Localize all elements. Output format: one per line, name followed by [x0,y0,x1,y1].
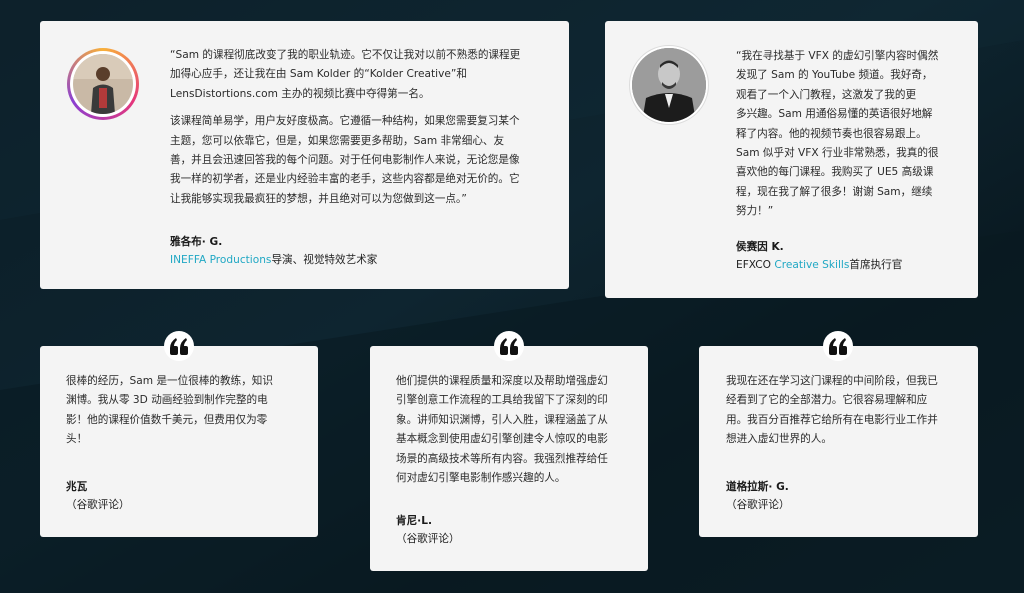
author-block: 兆瓦 （谷歌评论） [66,478,130,514]
quote-line: Sam 似乎对 VFX 行业非常熟悉，我真的很 [736,147,939,160]
review-source: （谷歌评论） [396,533,460,545]
testimonial-quote: 我现在还在学习这门课程的中间阶段，但我已 经看到了它的全部潜力。它很容易理解和应… [726,372,966,450]
author-role: INEFFA Productions导演、视觉特效艺术家 [170,251,377,269]
review-source: （谷歌评论） [66,499,130,511]
testimonial-quote: “Sam 的课程彻底改变了我的职业轨迹。它不仅让我对以前不熟悉的课程更 加得心应… [170,46,555,209]
author-block: 侯赛因 K. EFXCO Creative Skills首席执行官 [736,238,902,274]
author-name: 兆瓦 [66,481,88,493]
quote-line: 场景的高级技术等所有内容。我强烈推荐给任 [396,452,608,465]
testimonial-card-5: 我现在还在学习这门课程的中间阶段，但我已 经看到了它的全部潜力。它很容易理解和应… [699,331,978,537]
quote-line: 我现在还在学习这门课程的中间阶段，但我已 [726,375,938,387]
company-link[interactable]: Creative Skills [774,259,849,271]
quote-line: 基本概念到使用虚幻引擎创建令人惊叹的电影 [396,433,608,446]
company-name: EFXCO [736,259,775,271]
quote-line: 程，现在我了解了很多！谢谢 Sam，继续 [736,185,933,198]
quote-paragraph-2: 该课程简单易学，用户友好度极高。它遵循一种结构，如果您需要复习某个 主题，您可以… [170,112,555,209]
quote-line: LensDistortions.com 主办的视频比赛中夺得第一名。 [170,87,430,100]
quote-line: 主题，您可以依靠它，但是，如果您需要更多帮助，Sam 非常细心、友 [170,134,505,147]
author-name: 侯赛因 K. [736,241,784,253]
author-block: 肯尼·L. （谷歌评论） [396,512,460,548]
testimonial-quote: 他们提供的课程质量和深度以及帮助增强虚幻 引擎创意工作流程的工具给我留下了深刻的… [396,372,636,488]
author-title: 导演、视觉特效艺术家 [271,254,378,266]
quote-line: 头！ [66,433,88,446]
quote-line: “Sam 的课程彻底改变了我的职业轨迹。它不仅让我对以前不熟悉的课程更 [170,49,521,61]
quote-line: 观看了一个入门教程，这激发了我的更 [736,88,917,101]
quote-icon [164,331,194,361]
author-block: 道格拉斯· G. （谷歌评论） [726,478,790,514]
quote-line: 释了内容。他的视频节奏也很容易跟上。 [736,127,927,140]
quote-line: 努力！” [736,205,774,218]
author-block: 雅各布· G. INEFFA Productions导演、视觉特效艺术家 [170,233,377,269]
testimonial-quote: “我在寻找基于 VFX 的虚幻引擎内容时偶然 发现了 Sam 的 YouTube… [736,47,968,222]
avatar [67,48,139,120]
testimonial-card-3: 很棒的经历，Sam 是一位很棒的教练，知识 渊博。我从零 3D 动画经验到制作完… [40,331,318,537]
quote-line: 加得心应手，还让我在由 Sam Kolder 的“Kolder Creative… [170,68,467,81]
quote-line: 象。讲师知识渊博，引人入胜，课程涵盖了从 [396,413,608,426]
quote-line: 经看到了它的全部潜力。它很容易理解和应 [726,394,928,407]
quote-line: 引擎创意工作流程的工具给我留下了深刻的印 [396,394,608,407]
avatar [629,45,709,125]
quote-line: 想进入虚幻世界的人。 [726,433,832,446]
testimonial-card-1: “Sam 的课程彻底改变了我的职业轨迹。它不仅让我对以前不熟悉的课程更 加得心应… [40,21,569,289]
quote-icon [494,331,524,361]
company-link[interactable]: INEFFA Productions [170,254,271,266]
quote-line: 用。我百分百推荐它给所有在电影行业工作并 [726,413,938,426]
quote-line: 善，并且会迅速回答我的每个问题。对于任何电影制作人来说，无论您是像 [170,154,520,167]
quote-icon [823,331,853,361]
author-name: 道格拉斯· G. [726,481,789,493]
quote-line: 影！他的课程价值数千美元，但费用仅为零 [66,413,268,426]
testimonial-quote: 很棒的经历，Sam 是一位很棒的教练，知识 渊博。我从零 3D 动画经验到制作完… [66,372,306,450]
quote-line: 他们提供的课程质量和深度以及帮助增强虚幻 [396,375,608,387]
quote-line: 发现了 Sam 的 YouTube 频道。我好奇， [736,69,933,82]
quote-line: 喜欢他的每门课程。我购买了 UE5 高级课 [736,166,934,179]
quote-line: 我一样的初学者，还是业内经验丰富的老手，这些内容都是绝对无价的。它 [170,173,520,186]
author-name: 肯尼·L. [396,515,432,527]
testimonial-card-2: “我在寻找基于 VFX 的虚幻引擎内容时偶然 发现了 Sam 的 YouTube… [605,21,978,298]
quote-line: 该课程简单易学，用户友好度极高。它遵循一种结构，如果您需要复习某个 [170,115,520,128]
quote-paragraph-1: “Sam 的课程彻底改变了我的职业轨迹。它不仅让我对以前不熟悉的课程更 加得心应… [170,46,555,104]
quote-line: 何对虚幻引擎电影制作感兴趣的人。 [396,472,566,485]
author-title: 首席执行官 [849,259,903,271]
quote-line: 多兴趣。Sam 用通俗易懂的英语很好地解 [736,108,933,121]
author-name: 雅各布· G. [170,236,223,248]
quote-line: 让我能够实现我最疯狂的梦想，并且绝对可以为您做到这一点。” [170,192,467,205]
author-role: EFXCO Creative Skills首席执行官 [736,256,902,274]
quote-line: 渊博。我从零 3D 动画经验到制作完整的电 [66,394,268,407]
review-source: （谷歌评论） [726,499,790,511]
quote-line: 很棒的经历，Sam 是一位很棒的教练，知识 [66,375,273,387]
quote-line: “我在寻找基于 VFX 的虚幻引擎内容时偶然 [736,50,939,62]
testimonial-card-4: 他们提供的课程质量和深度以及帮助增强虚幻 引擎创意工作流程的工具给我留下了深刻的… [370,331,648,571]
